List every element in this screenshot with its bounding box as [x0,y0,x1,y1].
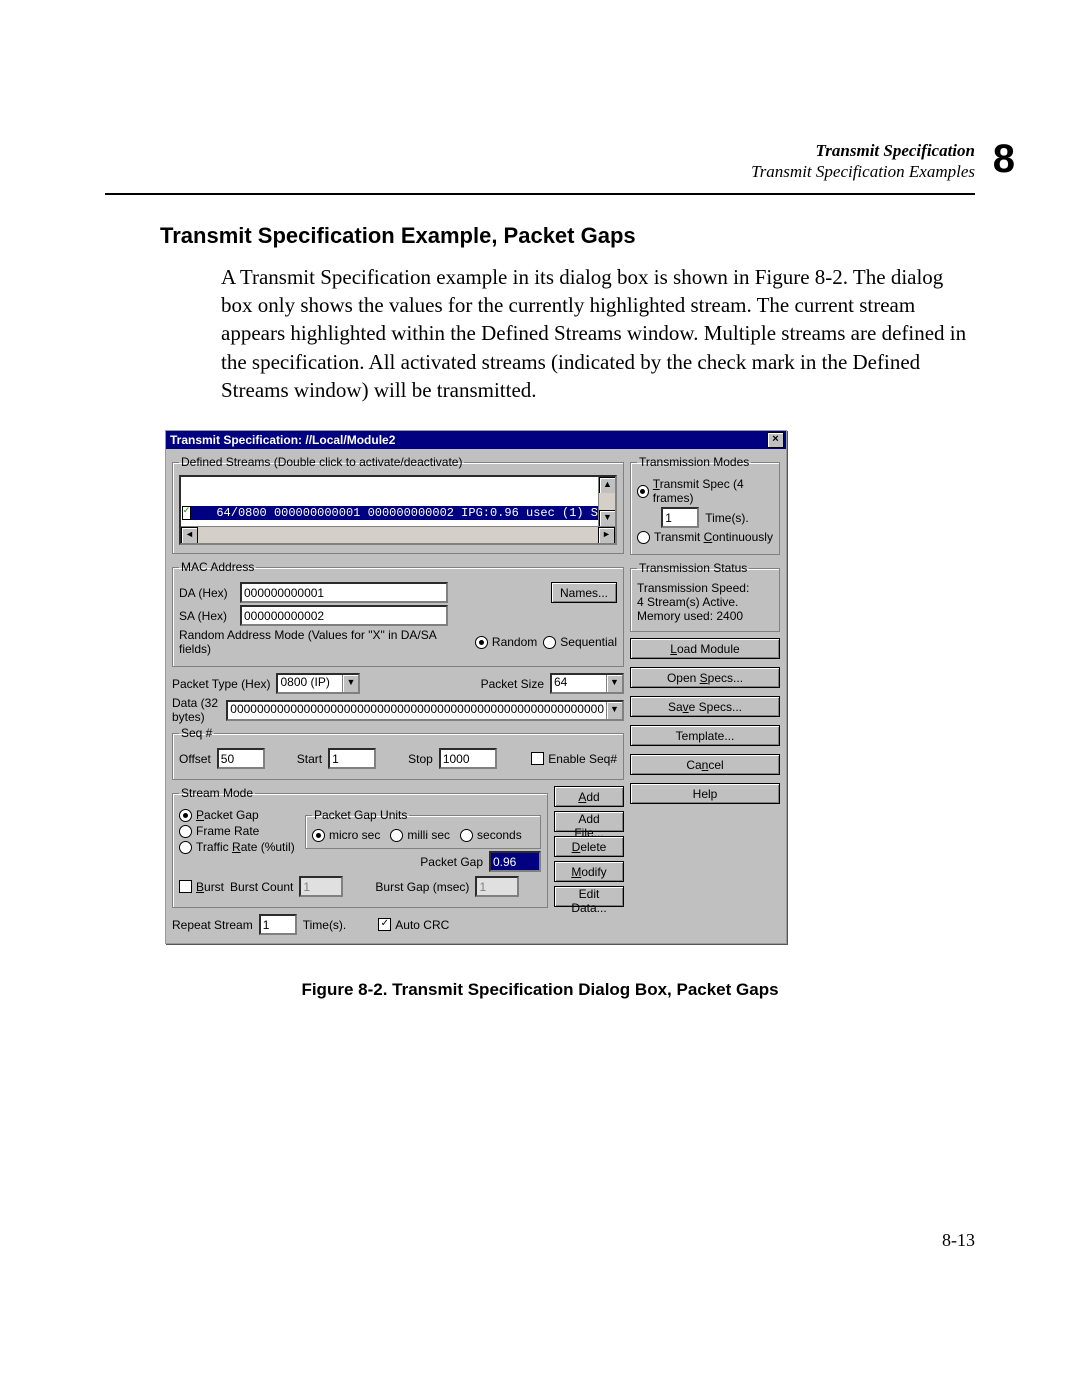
defined-streams-group: Defined Streams (Double click to activat… [172,455,624,554]
stream-mode-legend: Stream Mode [179,786,255,800]
traffic-rate-radio[interactable]: Traffic Rate (%util) [179,840,295,854]
page-running-header: Transmit Specification Transmit Specific… [105,140,975,183]
status-speed: Transmission Speed: [637,581,773,595]
figure-caption: Figure 8-2. Transmit Specification Dialo… [105,980,975,1000]
offset-label: Offset [179,752,211,766]
load-module-button[interactable]: Load Module [630,638,780,659]
stop-label: Stop [408,752,433,766]
data-label: Data (32 bytes) [172,696,220,724]
cancel-button[interactable]: Cancel [630,754,780,775]
packet-gap-field-label: Packet Gap [420,855,483,869]
chapter-number: 8 [993,134,1015,184]
stop-input[interactable] [439,748,497,769]
scroll-up-icon[interactable]: ▲ [599,477,616,494]
transmit-spec-radio[interactable]: Transmit Spec (4 frames) [637,477,773,505]
transmission-modes-group: Transmission Modes Transmit Spec (4 fram… [630,455,780,555]
transmission-status-legend: Transmission Status [637,561,749,575]
start-input[interactable] [328,748,376,769]
random-mode-label: Random Address Mode (Values for "X" in D… [179,628,463,656]
template-button[interactable]: Template... [630,725,780,746]
microsec-radio[interactable]: micro sec [312,828,380,842]
close-icon[interactable]: × [767,432,784,448]
start-label: Start [297,752,322,766]
packet-size-label: Packet Size [481,677,544,691]
status-memory: Memory used: 2400 [637,609,773,623]
chevron-down-icon[interactable]: ▼ [342,675,358,692]
burst-checkbox[interactable]: Burst [179,880,224,894]
vertical-scrollbar[interactable]: ▲ ▼ [598,477,615,527]
seq-legend: Seq # [179,726,214,740]
chevron-down-icon[interactable]: ▼ [606,702,622,719]
transmit-spec-dialog: Transmit Specification: //Local/Module2 … [165,430,787,944]
body-paragraph: A Transmit Specification example in its … [215,257,975,411]
scroll-down-icon[interactable]: ▼ [599,510,616,527]
burst-count-input [299,876,343,897]
dialog-title: Transmit Specification: //Local/Module2 [170,433,767,447]
scroll-right-icon[interactable]: ► [598,527,615,544]
status-active: 4 Stream(s) Active. [637,595,773,609]
transmit-times-input[interactable] [661,507,699,528]
packet-gap-units-group: Packet Gap Units micro sec milli sec sec… [305,808,541,849]
burst-count-label: Burst Count [230,880,293,894]
repeat-stream-label: Repeat Stream [172,918,253,932]
data-combo[interactable]: 0000000000000000000000000000000000000000… [226,700,624,721]
repeat-stream-input[interactable] [259,914,297,935]
seq-group: Seq # Offset Start Stop Enable Seq# [172,726,624,780]
check-icon: ✓ [182,506,191,520]
stream-mode-group: Stream Mode Packet Gap Frame Rate Traffi… [172,786,548,908]
offset-input[interactable] [217,748,265,769]
defined-streams-legend: Defined Streams (Double click to activat… [179,455,464,469]
add-button[interactable]: Add [554,786,624,807]
packet-size-combo[interactable]: 64▼ [550,673,624,694]
seconds-radio[interactable]: seconds [460,828,522,842]
auto-crc-checkbox[interactable]: Auto CRC [378,918,449,932]
millisec-radio[interactable]: milli sec [390,828,450,842]
mac-address-group: MAC Address DA (Hex) Names... SA (Hex) R… [172,560,624,667]
random-radio[interactable]: Random [475,635,537,649]
page-number: 8-13 [105,1230,975,1251]
header-line-1: Transmit Specification [105,140,975,161]
defined-streams-listbox[interactable]: ✓ 64/0800 000000000001 000000000002 IPG:… [179,475,617,545]
transmission-modes-legend: Transmission Modes [637,455,751,469]
mac-address-legend: MAC Address [179,560,256,574]
transmit-times-label: Time(s). [705,511,749,525]
sa-hex-input[interactable] [240,605,448,626]
repeat-times-label: Time(s). [303,918,347,932]
packet-gap-input[interactable] [489,851,541,872]
open-specs-button[interactable]: Open Specs... [630,667,780,688]
modify-button[interactable]: Modify [554,861,624,882]
help-button[interactable]: Help [630,783,780,804]
names-button[interactable]: Names... [551,582,617,603]
burst-gap-input [475,876,519,897]
sa-label: SA (Hex) [179,609,234,623]
da-hex-input[interactable] [240,582,448,603]
delete-button[interactable]: Delete [554,836,624,857]
stream-row: ✓ 64/0800 000000000001 000000000002 IPG:… [182,506,598,520]
dialog-titlebar[interactable]: Transmit Specification: //Local/Module2 … [166,431,786,449]
chevron-down-icon[interactable]: ▼ [606,675,622,692]
sequential-radio[interactable]: Sequential [543,635,617,649]
frame-rate-radio[interactable]: Frame Rate [179,824,259,838]
da-label: DA (Hex) [179,586,234,600]
edit-data-button[interactable]: Edit Data... [554,886,624,907]
enable-seq-checkbox[interactable]: Enable Seq# [531,752,617,766]
transmit-continuously-radio[interactable]: Transmit Continuously [637,530,773,544]
scroll-left-icon[interactable]: ◄ [181,527,198,544]
burst-gap-label: Burst Gap (msec) [375,880,469,894]
packet-gap-radio[interactable]: Packet Gap [179,808,259,822]
horizontal-scrollbar[interactable]: ◄ ► [181,526,615,543]
transmission-status-group: Transmission Status Transmission Speed: … [630,561,780,632]
save-specs-button[interactable]: Save Specs... [630,696,780,717]
add-file-button[interactable]: Add File... [554,811,624,832]
header-line-2: Transmit Specification Examples [105,161,975,182]
packet-type-label: Packet Type (Hex) [172,677,270,691]
header-rule [105,193,975,195]
section-heading: Transmit Specification Example, Packet G… [160,223,975,249]
packet-type-combo[interactable]: 0800 (IP)▼ [276,673,360,694]
